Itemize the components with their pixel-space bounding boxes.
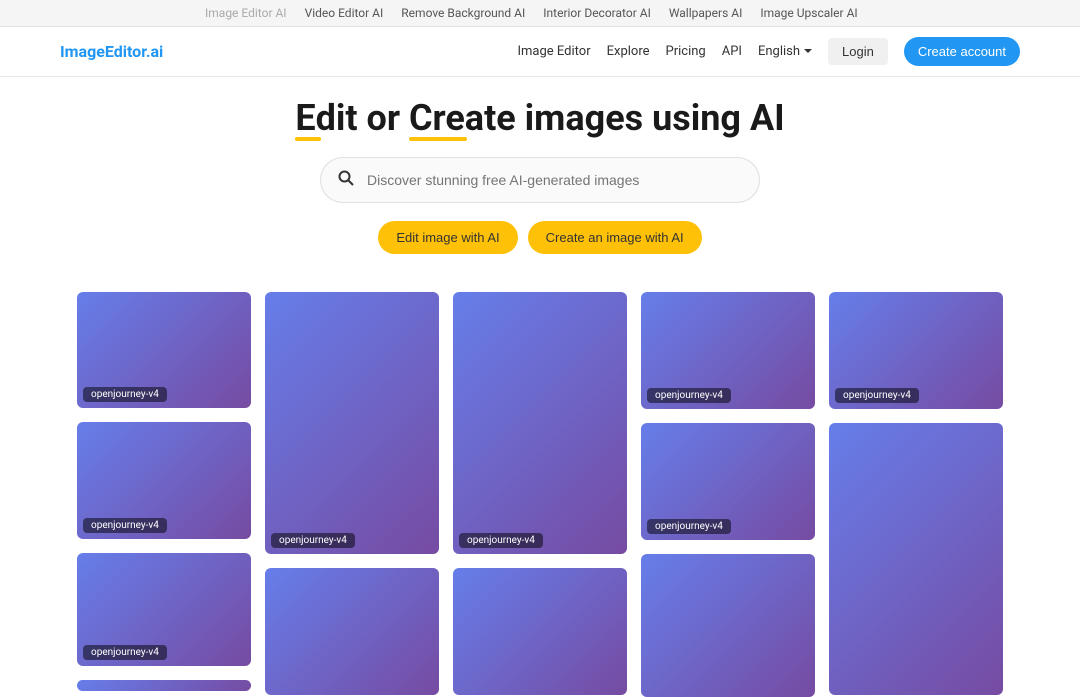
gallery-item[interactable] — [265, 568, 439, 695]
language-dropdown[interactable]: English — [758, 44, 812, 59]
gallery-item[interactable]: openjourney-v4 — [77, 292, 251, 408]
model-label: openjourney-v4 — [83, 387, 167, 402]
top-nav-wallpapers[interactable]: Wallpapers AI — [669, 6, 743, 20]
model-label: openjourney-v4 — [459, 533, 543, 548]
gallery-item[interactable]: openjourney-v4 — [453, 292, 627, 554]
gallery-item[interactable] — [829, 423, 1003, 695]
chevron-down-icon — [804, 49, 812, 54]
nav-image-editor[interactable]: Image Editor — [517, 44, 590, 59]
language-label: English — [758, 44, 800, 59]
top-nav-interior[interactable]: Interior Decorator AI — [543, 6, 651, 20]
model-label: openjourney-v4 — [647, 388, 731, 403]
top-nav-remove-bg[interactable]: Remove Background AI — [401, 6, 525, 20]
gallery-item[interactable]: openjourney-v4 — [77, 422, 251, 539]
title-mid1: dit or — [316, 97, 409, 139]
gallery-item[interactable]: openjourney-v4 — [641, 292, 815, 409]
nav-api[interactable]: API — [722, 44, 742, 59]
nav-pricing[interactable]: Pricing — [666, 44, 706, 59]
model-label: openjourney-v4 — [835, 388, 919, 403]
gallery-item[interactable]: openjourney-v4 — [641, 423, 815, 540]
page-title: Edit or Create images using AI — [0, 97, 1080, 139]
create-account-button[interactable]: Create account — [904, 37, 1020, 66]
title-mid2: reate — [433, 97, 516, 139]
title-e: E — [295, 97, 315, 139]
gallery-item[interactable]: openjourney-v4 — [829, 292, 1003, 409]
model-label: openjourney-v4 — [83, 645, 167, 660]
gallery-item[interactable]: openjourney-v4 — [77, 553, 251, 666]
login-button[interactable]: Login — [828, 38, 888, 65]
title-suffix: images using AI — [516, 97, 785, 139]
gallery-item[interactable]: openjourney-v4 — [265, 292, 439, 554]
model-label: openjourney-v4 — [647, 519, 731, 534]
create-image-button[interactable]: Create an image with AI — [528, 221, 702, 254]
hero-section: Edit or Create images using AI Edit imag… — [0, 77, 1080, 272]
gallery-item[interactable] — [641, 554, 815, 697]
search-icon — [338, 170, 354, 190]
main-nav-bar: ImageEditor.ai Image Editor Explore Pric… — [0, 27, 1080, 77]
model-label: openjourney-v4 — [271, 533, 355, 548]
edit-image-button[interactable]: Edit image with AI — [378, 221, 517, 254]
gallery-item[interactable] — [77, 680, 251, 691]
top-nav-video-editor[interactable]: Video Editor AI — [305, 6, 384, 20]
top-nav-upscaler[interactable]: Image Upscaler AI — [760, 6, 857, 20]
title-c: C — [409, 97, 433, 139]
image-gallery: openjourney-v4 openjourney-v4 openjourne… — [77, 292, 1003, 697]
nav-explore[interactable]: Explore — [607, 44, 650, 59]
gallery-item[interactable] — [453, 568, 627, 695]
top-nav-bar: Image Editor AI Video Editor AI Remove B… — [0, 0, 1080, 27]
search-input[interactable] — [320, 157, 760, 203]
model-label: openjourney-v4 — [83, 518, 167, 533]
top-nav-image-editor[interactable]: Image Editor AI — [205, 6, 287, 20]
logo[interactable]: ImageEditor.ai — [60, 42, 163, 61]
